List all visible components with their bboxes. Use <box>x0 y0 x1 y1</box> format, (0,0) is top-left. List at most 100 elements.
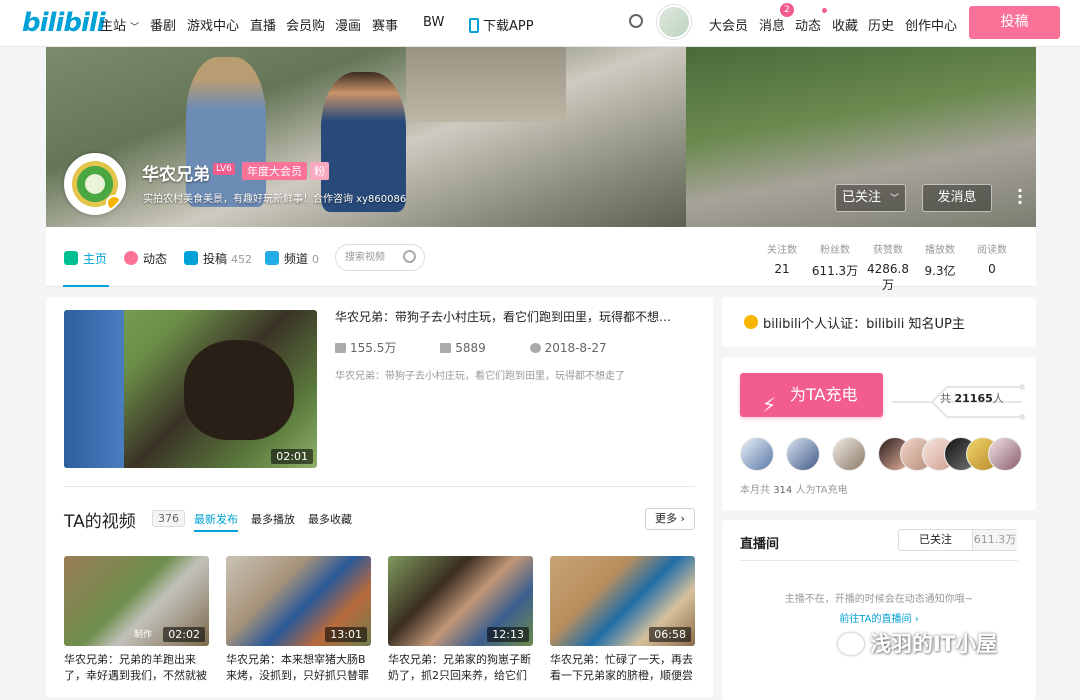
fan-badge: 粉 <box>310 162 329 180</box>
nav-main-site[interactable]: 主站 ﹀ <box>100 15 139 34</box>
stat-plays: 播放数 9.3亿 <box>924 245 956 278</box>
videos-count: 376 <box>152 510 185 527</box>
nav-bw[interactable]: BW <box>423 15 444 30</box>
stat-following[interactable]: 关注数 21 <box>756 241 808 276</box>
tab-channel[interactable]: 频道 0 <box>265 250 319 267</box>
send-message-button[interactable]: 发消息 <box>922 184 992 212</box>
video-title[interactable]: 华农兄弟：本来想宰猪大肠B来烤，没抓到，只好抓只替罪 <box>226 652 371 684</box>
nav-download-app[interactable]: 下载APP <box>469 15 534 34</box>
search-icon[interactable] <box>403 250 416 263</box>
thumb-tag: 制作 <box>134 630 153 640</box>
up-signature: 实拍农村美食美景，有趣好玩新鲜事！合作咨询 xy860086 <box>143 194 407 205</box>
live-offline-text: 主播不在，开播的时候会在动态通知你哦~ <box>784 594 974 605</box>
chevron-down-icon: ﹀ <box>890 194 900 204</box>
auth-card: bilibili个人认证：bilibili 知名UP主 <box>722 297 1036 347</box>
profile-tabbar: 主页 动态 投稿 452 频道 0 搜索视频 关注数 21 粉丝数 611.3万 获赞数… <box>46 227 1036 292</box>
sort-newest[interactable]: 最新发布 <box>194 511 238 527</box>
video-title[interactable]: 华农兄弟：忙碌了一天，再去看一下兄弟家的脐橙，顺便尝 <box>550 652 695 684</box>
nav-history[interactable]: 历史 <box>868 15 894 34</box>
nav-manga[interactable]: 漫画 <box>335 15 361 34</box>
level-badge: LV6 <box>213 163 235 175</box>
video-title[interactable]: 华农兄弟：兄弟的羊跑出来了，幸好遇到我们，不然就被 <box>64 652 209 684</box>
sort-indicator <box>194 530 238 532</box>
user-avatar[interactable] <box>657 5 691 39</box>
bilibili-logo[interactable]: bilibili <box>22 8 106 38</box>
nav-vip[interactable]: 大会员 <box>709 15 748 34</box>
charger-avatar[interactable] <box>740 437 774 471</box>
featured-video-title[interactable]: 华农兄弟：带狗子去小村庄玩，看它们跑到田里，玩得都不想… <box>335 308 695 325</box>
nav-game-center[interactable]: 游戏中心 <box>187 15 239 34</box>
banner-house <box>406 47 566 122</box>
video-card[interactable]: 06:58 华农兄弟：忙碌了一天，再去看一下兄弟家的脐橙，顺便尝 <box>550 556 695 684</box>
watermark: 浅羽的IT小屋 <box>838 628 997 658</box>
video-thumbnail[interactable]: 12:13 <box>388 556 533 646</box>
thumb-dog <box>184 340 294 440</box>
tab-dynamic[interactable]: 动态 <box>124 250 167 267</box>
live-follow-widget[interactable]: 已关注 611.3万 <box>898 529 1017 551</box>
live-room-card: 直播间 已关注 611.3万 主播不在，开播的时候会在动态通知你哦~ 前往TA的… <box>722 520 1036 700</box>
charger-avatar[interactable] <box>988 437 1022 471</box>
live-fan-count: 611.3万 <box>973 530 1017 550</box>
clock-icon <box>529 343 541 353</box>
featured-video-desc: 华农兄弟：带狗子去小村庄玩，看它们跑到田里，玩得都不想走了 <box>335 371 625 382</box>
up-avatar[interactable] <box>64 153 126 215</box>
nav-dynamic[interactable]: 动态 <box>795 15 821 34</box>
nav-esports[interactable]: 赛事 <box>372 15 398 34</box>
up-name: 华农兄弟 <box>142 165 210 185</box>
nav-live[interactable]: 直播 <box>250 15 276 34</box>
stat-fans[interactable]: 粉丝数 611.3万 <box>809 241 861 279</box>
nav-messages[interactable]: 消息 <box>759 15 785 34</box>
video-duration: 12:13 <box>487 627 529 642</box>
charge-button[interactable]: ⚡ 为TA充电 <box>740 373 883 417</box>
message-count-badge: 2 <box>780 3 794 17</box>
danmaku-icon <box>440 343 452 353</box>
video-card[interactable]: 13:01 华农兄弟：本来想宰猪大肠B来烤，没抓到，只好抓只替罪 <box>226 556 371 684</box>
sort-most-played[interactable]: 最多播放 <box>251 511 295 527</box>
channel-icon <box>265 251 279 265</box>
charger-avatar[interactable] <box>832 437 866 471</box>
video-card[interactable]: 制作 02:02 华农兄弟：兄弟的羊跑出来了，幸好遇到我们，不然就被 <box>64 556 209 684</box>
video-icon <box>184 251 198 265</box>
search-video-input[interactable]: 搜索视频 <box>335 244 425 271</box>
followed-button[interactable]: 已关注 ﹀ <box>835 184 906 212</box>
live-followed-button[interactable]: 已关注 <box>899 530 973 550</box>
featured-video-thumbnail[interactable]: 02:01 <box>64 310 317 468</box>
video-card[interactable]: 12:13 华农兄弟：兄弟家的狗崽子断奶了，抓2只回来养，给它们 <box>388 556 533 684</box>
search-icon[interactable] <box>629 14 643 28</box>
live-room-title: 直播间 <box>740 537 780 552</box>
auth-text: bilibili个人认证：bilibili 知名UP主 <box>763 317 965 332</box>
nav-shop[interactable]: 会员购 <box>286 15 325 34</box>
video-thumbnail[interactable]: 制作 02:02 <box>64 556 209 646</box>
video-duration: 06:58 <box>649 627 691 642</box>
goto-live-room-link[interactable]: 前往TA的直播间 › <box>722 610 1036 625</box>
nav-bangumi[interactable]: 番剧 <box>150 15 176 34</box>
dynamic-dot-badge <box>822 8 827 13</box>
vip-badge[interactable]: 年度大会员 <box>242 162 307 180</box>
video-duration: 02:02 <box>163 627 205 642</box>
charge-total: 共 21165人 <box>940 392 1004 405</box>
chevron-right-icon: › <box>680 512 685 525</box>
tab-submit[interactable]: 投稿 452 <box>184 250 252 267</box>
stat-likes: 获赞数 4286.8万 <box>867 245 909 292</box>
video-duration: 02:01 <box>271 449 313 464</box>
main-content: 02:01 华农兄弟：带狗子去小村庄玩，看它们跑到田里，玩得都不想… 155.5… <box>46 297 713 697</box>
verified-icon <box>106 195 122 211</box>
video-thumbnail[interactable]: 06:58 <box>550 556 695 646</box>
sort-most-favorited[interactable]: 最多收藏 <box>308 511 352 527</box>
phone-icon <box>469 18 479 33</box>
charger-avatar[interactable] <box>786 437 820 471</box>
home-icon <box>64 251 78 265</box>
video-title[interactable]: 华农兄弟：兄弟家的狗崽子断奶了，抓2只回来养，给它们 <box>388 652 533 684</box>
play-count-icon <box>335 343 346 353</box>
wechat-icon <box>838 633 864 655</box>
lightning-icon: ⚡ <box>762 393 777 417</box>
nav-creator-center[interactable]: 创作中心 <box>905 15 957 34</box>
nav-favorites[interactable]: 收藏 <box>832 15 858 34</box>
chevron-right-icon: › <box>914 614 919 625</box>
more-options-icon[interactable]: · · · <box>1017 183 1025 211</box>
tab-home[interactable]: 主页 <box>64 250 107 267</box>
submit-button[interactable]: 投稿 <box>969 6 1060 39</box>
featured-video-meta: 155.5万 5889 2018-8-27 <box>335 339 647 356</box>
video-thumbnail[interactable]: 13:01 <box>226 556 371 646</box>
more-videos-button[interactable]: 更多 › <box>645 508 695 530</box>
